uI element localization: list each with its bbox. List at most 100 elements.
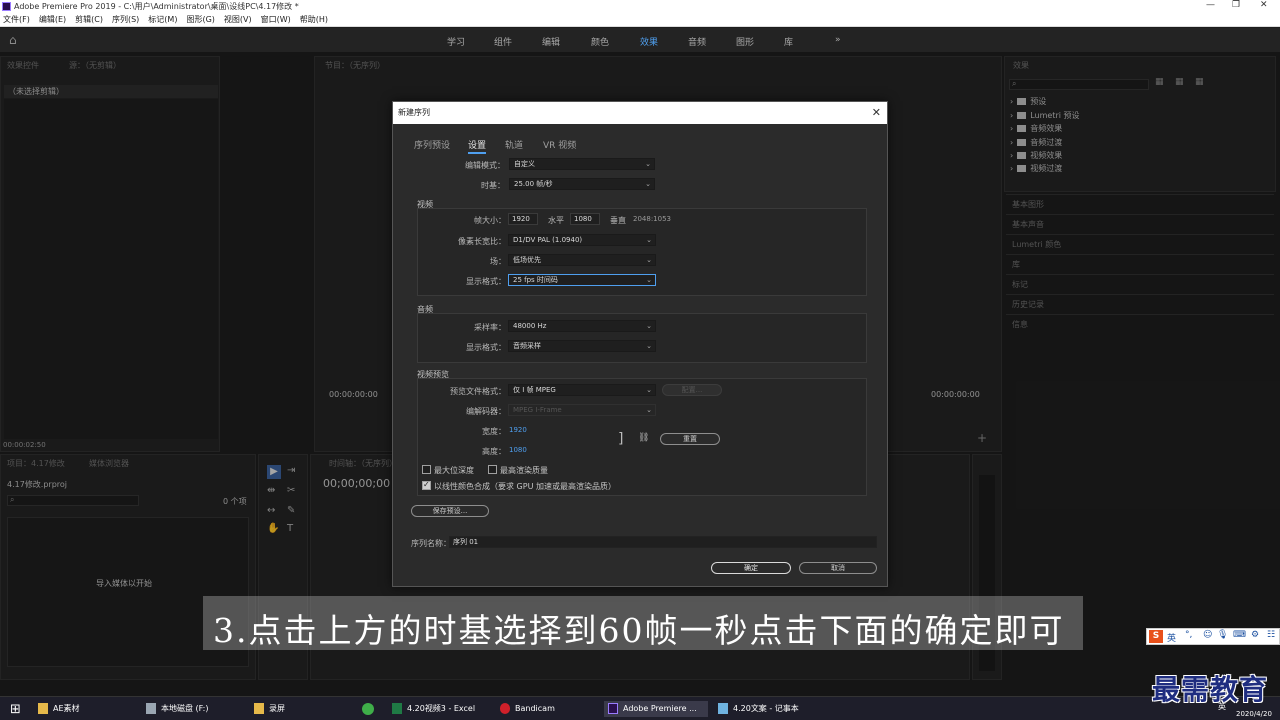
ime-keyboard-icon[interactable]: ⌨ bbox=[1233, 630, 1246, 640]
preview-format-value: 仅 I 帧 MPEG bbox=[513, 386, 556, 394]
tab-tracks[interactable]: 轨道 bbox=[505, 138, 523, 151]
workspace-bar: ⌂ 学习 组件 编辑 颜色 效果 音频 图形 库 » bbox=[0, 28, 1280, 52]
app-circle-icon[interactable] bbox=[362, 703, 374, 715]
ime-settings-icon[interactable]: ⚙ bbox=[1251, 630, 1259, 640]
taskbar-item-excel[interactable]: 4.20视频3 - Excel bbox=[388, 701, 488, 717]
ime-mic-icon[interactable]: 🎙 bbox=[1217, 630, 1228, 640]
ime-emoji-icon[interactable]: ☺ bbox=[1203, 630, 1212, 640]
restore-icon[interactable]: ❐ bbox=[1232, 0, 1240, 10]
sequence-name-label: 序列名称： bbox=[411, 539, 451, 548]
configure-button[interactable]: 配置... bbox=[662, 384, 722, 396]
home-icon[interactable]: ⌂ bbox=[9, 34, 21, 46]
workspace-learn[interactable]: 学习 bbox=[447, 35, 465, 48]
folder-icon bbox=[254, 703, 264, 714]
ok-button[interactable]: 确定 bbox=[711, 562, 791, 574]
window-title-bar: Adobe Premiere Pro 2019 - C:\用户\Administ… bbox=[0, 0, 1280, 13]
menu-view[interactable]: 视图(V) bbox=[224, 14, 252, 25]
audio-display-format-value: 音频采样 bbox=[513, 342, 541, 350]
linear-color-label: 以线性颜色合成（要求 GPU 加速或最高渲染品质） bbox=[434, 482, 616, 491]
workspace-color[interactable]: 颜色 bbox=[591, 35, 609, 48]
display-format-dropdown[interactable]: 25 fps 时间码 ⌄ bbox=[508, 274, 656, 286]
chevron-down-icon: ⌄ bbox=[646, 406, 652, 414]
menu-graphics[interactable]: 图形(G) bbox=[186, 14, 214, 25]
tab-sequence-presets[interactable]: 序列预设 bbox=[414, 138, 450, 151]
height-value[interactable]: 1080 bbox=[509, 446, 527, 454]
chevron-down-icon: ⌄ bbox=[646, 276, 652, 284]
new-sequence-dialog: 新建序列 ✕ 序列预设 设置 轨道 VR 视频 编辑模式： 自定义 ⌄ 时基： 2… bbox=[392, 101, 888, 587]
bandicam-icon bbox=[500, 703, 510, 714]
max-bit-depth-checkbox[interactable] bbox=[422, 465, 431, 474]
menu-sequence[interactable]: 序列(S) bbox=[112, 14, 139, 25]
edit-mode-dropdown[interactable]: 自定义 ⌄ bbox=[509, 158, 655, 170]
ime-punctuation-icon[interactable]: °, bbox=[1185, 630, 1192, 640]
linear-color-checkbox[interactable] bbox=[422, 480, 431, 490]
taskbar-date[interactable]: 2020/4/20 bbox=[1236, 710, 1272, 718]
taskbar-item-local-disk[interactable]: 本地磁盘 (F:) bbox=[142, 701, 238, 717]
chevron-down-icon: ⌄ bbox=[646, 342, 652, 350]
taskbar-item-label: 本地磁盘 (F:) bbox=[161, 704, 209, 713]
workspace-effects[interactable]: 效果 bbox=[640, 35, 658, 48]
workspace-libraries[interactable]: 库 bbox=[784, 35, 793, 48]
menu-window[interactable]: 窗口(W) bbox=[261, 14, 291, 25]
chevron-down-icon: ⌄ bbox=[646, 386, 652, 394]
link-chain-icon[interactable]: ⛓ bbox=[638, 433, 649, 443]
ime-toolbar[interactable]: S 英 °, ☺ 🎙 ⌨ ⚙ ☷ bbox=[1146, 628, 1280, 645]
save-preset-button[interactable]: 保存预设... bbox=[411, 505, 489, 517]
pixel-aspect-dropdown[interactable]: D1/DV PAL (1.0940) ⌄ bbox=[508, 234, 656, 246]
taskbar-item-notepad[interactable]: 4.20文案 - 记事本 bbox=[714, 701, 824, 717]
workspace-audio[interactable]: 音频 bbox=[688, 35, 706, 48]
preview-format-label: 预览文件格式： bbox=[450, 387, 506, 396]
cancel-button[interactable]: 取消 bbox=[799, 562, 877, 574]
reset-button[interactable]: 重置 bbox=[660, 433, 720, 445]
codec-dropdown[interactable]: MPEG I-Frame ⌄ bbox=[508, 404, 656, 416]
tab-vr-video[interactable]: VR 视频 bbox=[543, 138, 576, 151]
minimize-icon[interactable]: — bbox=[1206, 0, 1215, 10]
workspace-more[interactable]: » bbox=[835, 35, 841, 45]
workspace-graphics[interactable]: 图形 bbox=[736, 35, 754, 48]
chevron-down-icon: ⌄ bbox=[645, 160, 651, 168]
tab-settings[interactable]: 设置 bbox=[468, 138, 487, 154]
taskbar-item-recording[interactable]: 录屏 bbox=[250, 701, 346, 717]
frame-width-input[interactable]: 1920 bbox=[508, 213, 538, 225]
audio-group: 采样率： 48000 Hz ⌄ 显示格式： 音频采样 ⌄ bbox=[417, 313, 867, 363]
dialog-close-icon[interactable]: ✕ bbox=[872, 102, 881, 124]
edit-mode-label: 编辑模式： bbox=[465, 161, 505, 170]
menu-marker[interactable]: 标记(M) bbox=[148, 14, 177, 25]
taskbar-item-label: 录屏 bbox=[269, 704, 285, 713]
field-dropdown[interactable]: 低场优先 ⌄ bbox=[508, 254, 656, 266]
display-format-label: 显示格式： bbox=[466, 277, 506, 286]
frame-height-input[interactable]: 1080 bbox=[570, 213, 600, 225]
menu-help[interactable]: 帮助(H) bbox=[300, 14, 328, 25]
sequence-name-input[interactable]: 序列 01 bbox=[449, 536, 877, 548]
premiere-icon bbox=[608, 703, 618, 714]
drive-icon bbox=[146, 703, 156, 714]
taskbar-item-premiere[interactable]: Adobe Premiere ... bbox=[604, 701, 708, 717]
close-icon[interactable]: ✕ bbox=[1260, 0, 1268, 10]
chevron-down-icon: ⌄ bbox=[646, 236, 652, 244]
height-label: 高度： bbox=[482, 447, 506, 456]
menu-edit[interactable]: 编辑(E) bbox=[39, 14, 66, 25]
sogou-ime-icon[interactable]: S bbox=[1149, 630, 1163, 643]
timebase-label: 时基： bbox=[481, 181, 505, 190]
taskbar-item-bandicam[interactable]: Bandicam bbox=[496, 701, 596, 717]
audio-display-format-label: 显示格式： bbox=[466, 343, 506, 352]
brand-watermark: 最需教育 bbox=[1152, 673, 1269, 706]
frame-size-label: 帧大小： bbox=[474, 216, 506, 225]
workspace-assembly[interactable]: 组件 bbox=[494, 35, 512, 48]
width-value[interactable]: 1920 bbox=[509, 426, 527, 434]
timebase-dropdown[interactable]: 25.00 帧/秒 ⌄ bbox=[509, 178, 655, 190]
notepad-icon bbox=[718, 703, 728, 714]
ime-menu-icon[interactable]: ☷ bbox=[1267, 630, 1275, 640]
video-group: 帧大小： 1920 水平 1080 垂直 2048:1053 像素长宽比： D1… bbox=[417, 208, 867, 296]
workspace-edit[interactable]: 编辑 bbox=[542, 35, 560, 48]
audio-display-format-dropdown[interactable]: 音频采样 ⌄ bbox=[508, 340, 656, 352]
max-render-quality-checkbox[interactable] bbox=[488, 465, 497, 474]
preview-format-dropdown[interactable]: 仅 I 帧 MPEG ⌄ bbox=[508, 384, 656, 396]
menu-file[interactable]: 文件(F) bbox=[3, 14, 30, 25]
link-bracket-icon: ] bbox=[618, 431, 624, 447]
menu-clip[interactable]: 剪辑(C) bbox=[75, 14, 103, 25]
timebase-value: 25.00 帧/秒 bbox=[514, 180, 553, 188]
windows-start-icon[interactable]: ⊞ bbox=[10, 702, 21, 717]
sample-rate-dropdown[interactable]: 48000 Hz ⌄ bbox=[508, 320, 656, 332]
taskbar-item-ae-assets[interactable]: AE素材 bbox=[34, 701, 130, 717]
